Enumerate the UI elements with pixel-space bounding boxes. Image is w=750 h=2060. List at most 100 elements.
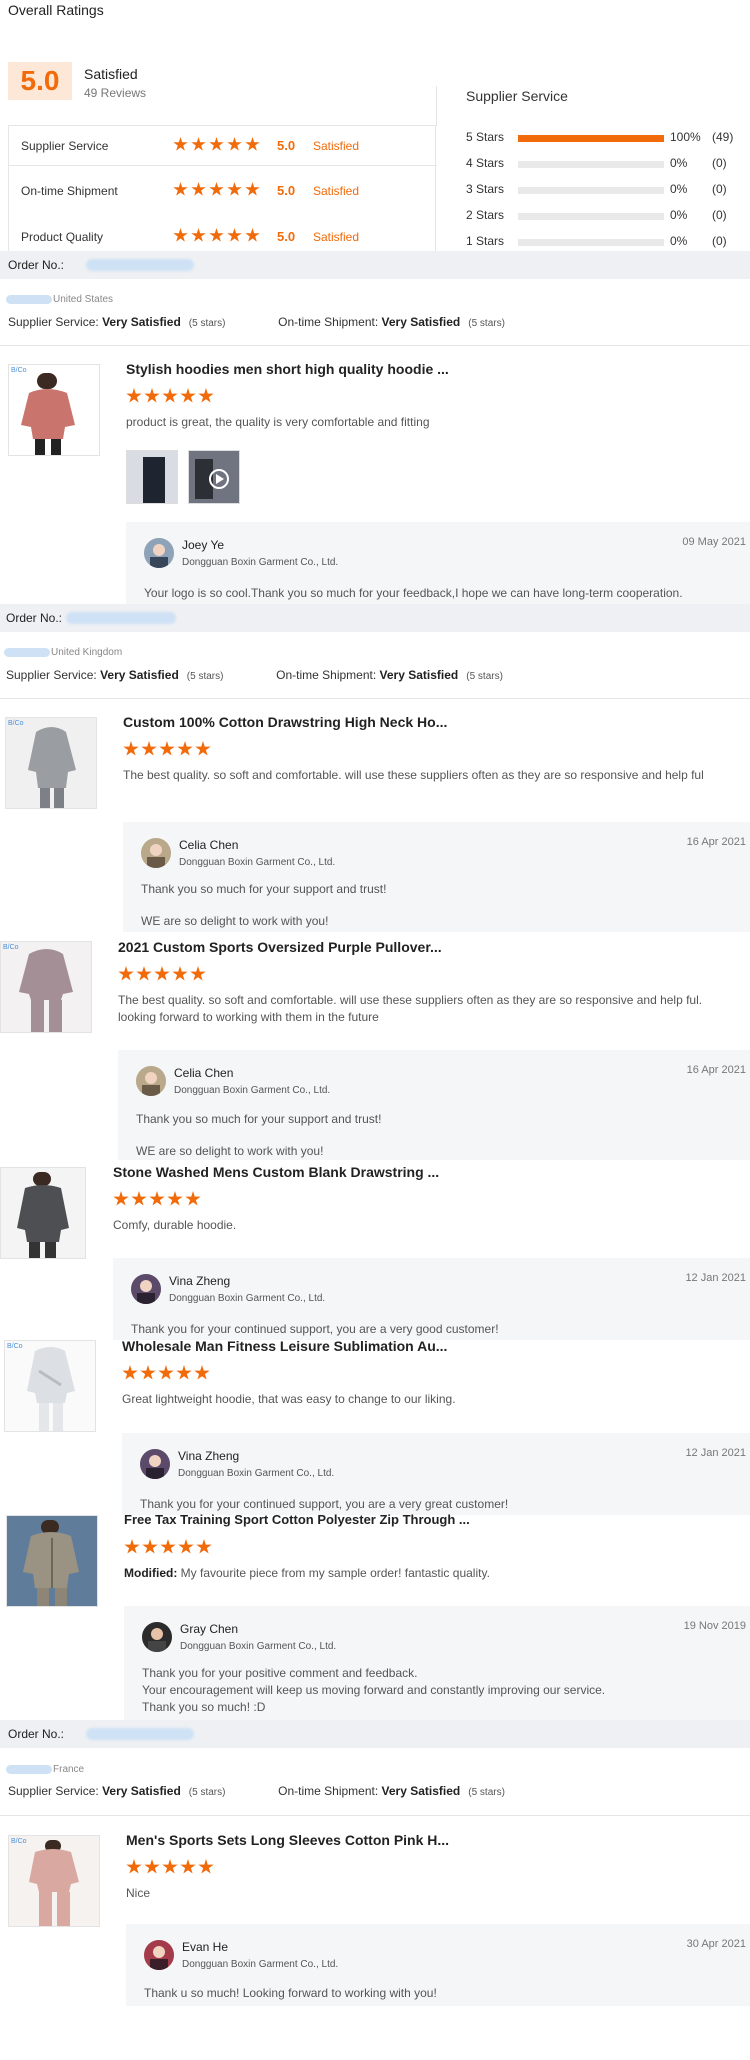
review-photo[interactable] xyxy=(126,450,178,504)
star-rating xyxy=(173,182,263,200)
product-thumbnail[interactable]: B/Co xyxy=(8,1835,100,1927)
star-rating xyxy=(123,741,213,760)
order-header: Order No.: xyxy=(0,604,750,632)
reply-author: Vina Zheng xyxy=(178,1449,240,1463)
order-service-ratings: Supplier Service: Very Satisfied (5 stars… xyxy=(8,315,505,329)
bar-percent: 0% xyxy=(670,156,688,170)
bar-count: (0) xyxy=(712,156,727,170)
product-thumbnail[interactable]: B/Co xyxy=(0,941,92,1033)
reply-date: 19 Nov 2019 xyxy=(683,1620,746,1632)
review-text: Nice xyxy=(126,1886,151,1900)
product-title-link[interactable]: 2021 Custom Sports Oversized Purple Pull… xyxy=(118,939,442,955)
product-title-link[interactable]: Wholesale Man Fitness Leisure Sublimatio… xyxy=(122,1338,447,1354)
reply-date: 16 Apr 2021 xyxy=(686,1064,746,1076)
review-text: The best quality. so soft and comfortabl… xyxy=(123,768,704,782)
summary-word: Satisfied xyxy=(313,139,360,153)
order-number-redacted xyxy=(86,1728,194,1740)
star-rating xyxy=(118,966,208,985)
reply-text: Thank you for your positive comment and … xyxy=(142,1666,418,1680)
reply-text: Your encouragement will keep us moving f… xyxy=(142,1683,606,1697)
star-rating xyxy=(124,1539,214,1558)
avatar xyxy=(144,538,174,568)
summary-label: Supplier Service xyxy=(21,139,109,153)
order-service-ratings: Supplier Service: Very Satisfied (5 stars… xyxy=(8,1784,505,1798)
review-count: 49 Reviews xyxy=(84,86,147,100)
reply-company: Dongguan Boxin Garment Co., Ltd. xyxy=(182,1959,339,1970)
order-number-label: Order No.: xyxy=(8,258,65,272)
bar-percent: 0% xyxy=(670,234,688,248)
product-title-link[interactable]: Stone Washed Mens Custom Blank Drawstrin… xyxy=(113,1164,439,1180)
supplier-reply: Celia Chen Dongguan Boxin Garment Co., L… xyxy=(118,1050,750,1160)
product-title-link[interactable]: Free Tax Training Sport Cotton Polyester… xyxy=(124,1512,470,1527)
bar-percent: 0% xyxy=(670,208,688,222)
bar-label: 5 Stars xyxy=(466,130,505,144)
order-number-redacted xyxy=(66,612,176,624)
review-text: product is great, the quality is very co… xyxy=(126,415,430,429)
buyer-location: United States xyxy=(6,294,113,305)
summary-score: 5.0 xyxy=(277,183,296,198)
product-title-link[interactable]: Men's Sports Sets Long Sleeves Cotton Pi… xyxy=(126,1832,449,1848)
product-thumbnail[interactable] xyxy=(0,1167,86,1259)
reply-author: Joey Ye xyxy=(182,538,225,552)
divider xyxy=(436,86,437,126)
bar-label: 3 Stars xyxy=(466,182,505,196)
bar-label: 1 Stars xyxy=(466,234,505,248)
supplier-reply: Evan He Dongguan Boxin Garment Co., Ltd.… xyxy=(126,1924,750,2006)
bar-count: (49) xyxy=(712,130,734,144)
order-number-redacted xyxy=(86,259,194,271)
reply-text: Thank u so much! Looking forward to work… xyxy=(144,1986,437,2000)
bar-track xyxy=(518,135,664,142)
reply-company: Dongguan Boxin Garment Co., Ltd. xyxy=(169,1293,326,1304)
reply-date: 30 Apr 2021 xyxy=(686,1938,746,1950)
reply-text: Thank you for your continued support, yo… xyxy=(140,1497,509,1511)
reply-text: Your logo is so cool.Thank you so much f… xyxy=(144,586,683,600)
supplier-reply: Gray Chen Dongguan Boxin Garment Co., Lt… xyxy=(124,1606,750,1720)
overall-label: Satisfied xyxy=(84,66,138,82)
review-text: The best quality. so soft and comfortabl… xyxy=(118,993,703,1024)
product-thumbnail[interactable]: B/Co xyxy=(5,717,97,809)
product-thumbnail[interactable]: B/Co xyxy=(8,364,100,456)
summary-word: Satisfied xyxy=(313,230,360,244)
summary-row: On-time Shipment 5.0 Satisfied xyxy=(9,172,437,212)
reply-date: 12 Jan 2021 xyxy=(685,1272,746,1284)
avatar xyxy=(136,1066,166,1096)
summary-row: Supplier Service 5.0 Satisfied xyxy=(9,126,437,166)
summary-label: Product Quality xyxy=(21,230,104,244)
product-thumbnail[interactable] xyxy=(6,1515,98,1607)
product-thumbnail[interactable]: B/Co xyxy=(4,1340,96,1432)
bar-count: (0) xyxy=(712,182,727,196)
reply-author: Celia Chen xyxy=(179,838,239,852)
star-rating xyxy=(113,1191,203,1210)
reply-author: Celia Chen xyxy=(174,1066,234,1080)
reply-text: Thank you so much for your support and t… xyxy=(136,1112,382,1126)
reply-company: Dongguan Boxin Garment Co., Ltd. xyxy=(180,1641,337,1652)
bar-track xyxy=(518,239,664,246)
star-rating xyxy=(126,1859,216,1878)
reply-date: 09 May 2021 xyxy=(682,536,746,548)
product-title-link[interactable]: Custom 100% Cotton Drawstring High Neck … xyxy=(123,714,447,730)
bar-row-5-stars: 5 Stars 100% (49) xyxy=(466,130,746,146)
product-title-link[interactable]: Stylish hoodies men short high quality h… xyxy=(126,361,449,377)
bar-count: (0) xyxy=(712,208,727,222)
review-video[interactable] xyxy=(188,450,240,504)
review-text: Great lightweight hoodie, that was easy … xyxy=(122,1392,456,1406)
reply-company: Dongguan Boxin Garment Co., Ltd. xyxy=(179,857,336,868)
divider xyxy=(0,345,750,346)
summary-label: On-time Shipment xyxy=(21,184,118,198)
buyer-location: United Kingdom xyxy=(4,647,122,658)
divider xyxy=(0,1815,750,1816)
order-number-label: Order No.: xyxy=(6,611,63,625)
reply-company: Dongguan Boxin Garment Co., Ltd. xyxy=(174,1085,331,1096)
reply-text: WE are so delight to work with you! xyxy=(141,914,329,928)
reply-date: 16 Apr 2021 xyxy=(686,836,746,848)
reply-text: Thank you so much! :D xyxy=(142,1700,266,1714)
avatar xyxy=(141,838,171,868)
avatar xyxy=(144,1940,174,1970)
supplier-reply: Vina Zheng Dongguan Boxin Garment Co., L… xyxy=(113,1258,750,1340)
supplier-service-title: Supplier Service xyxy=(466,88,568,104)
order-number-label: Order No.: xyxy=(8,1727,65,1741)
summary-score: 5.0 xyxy=(277,138,296,153)
avatar xyxy=(140,1449,170,1479)
order-service-ratings: Supplier Service: Very Satisfied (5 stars… xyxy=(6,668,503,682)
bar-label: 4 Stars xyxy=(466,156,505,170)
